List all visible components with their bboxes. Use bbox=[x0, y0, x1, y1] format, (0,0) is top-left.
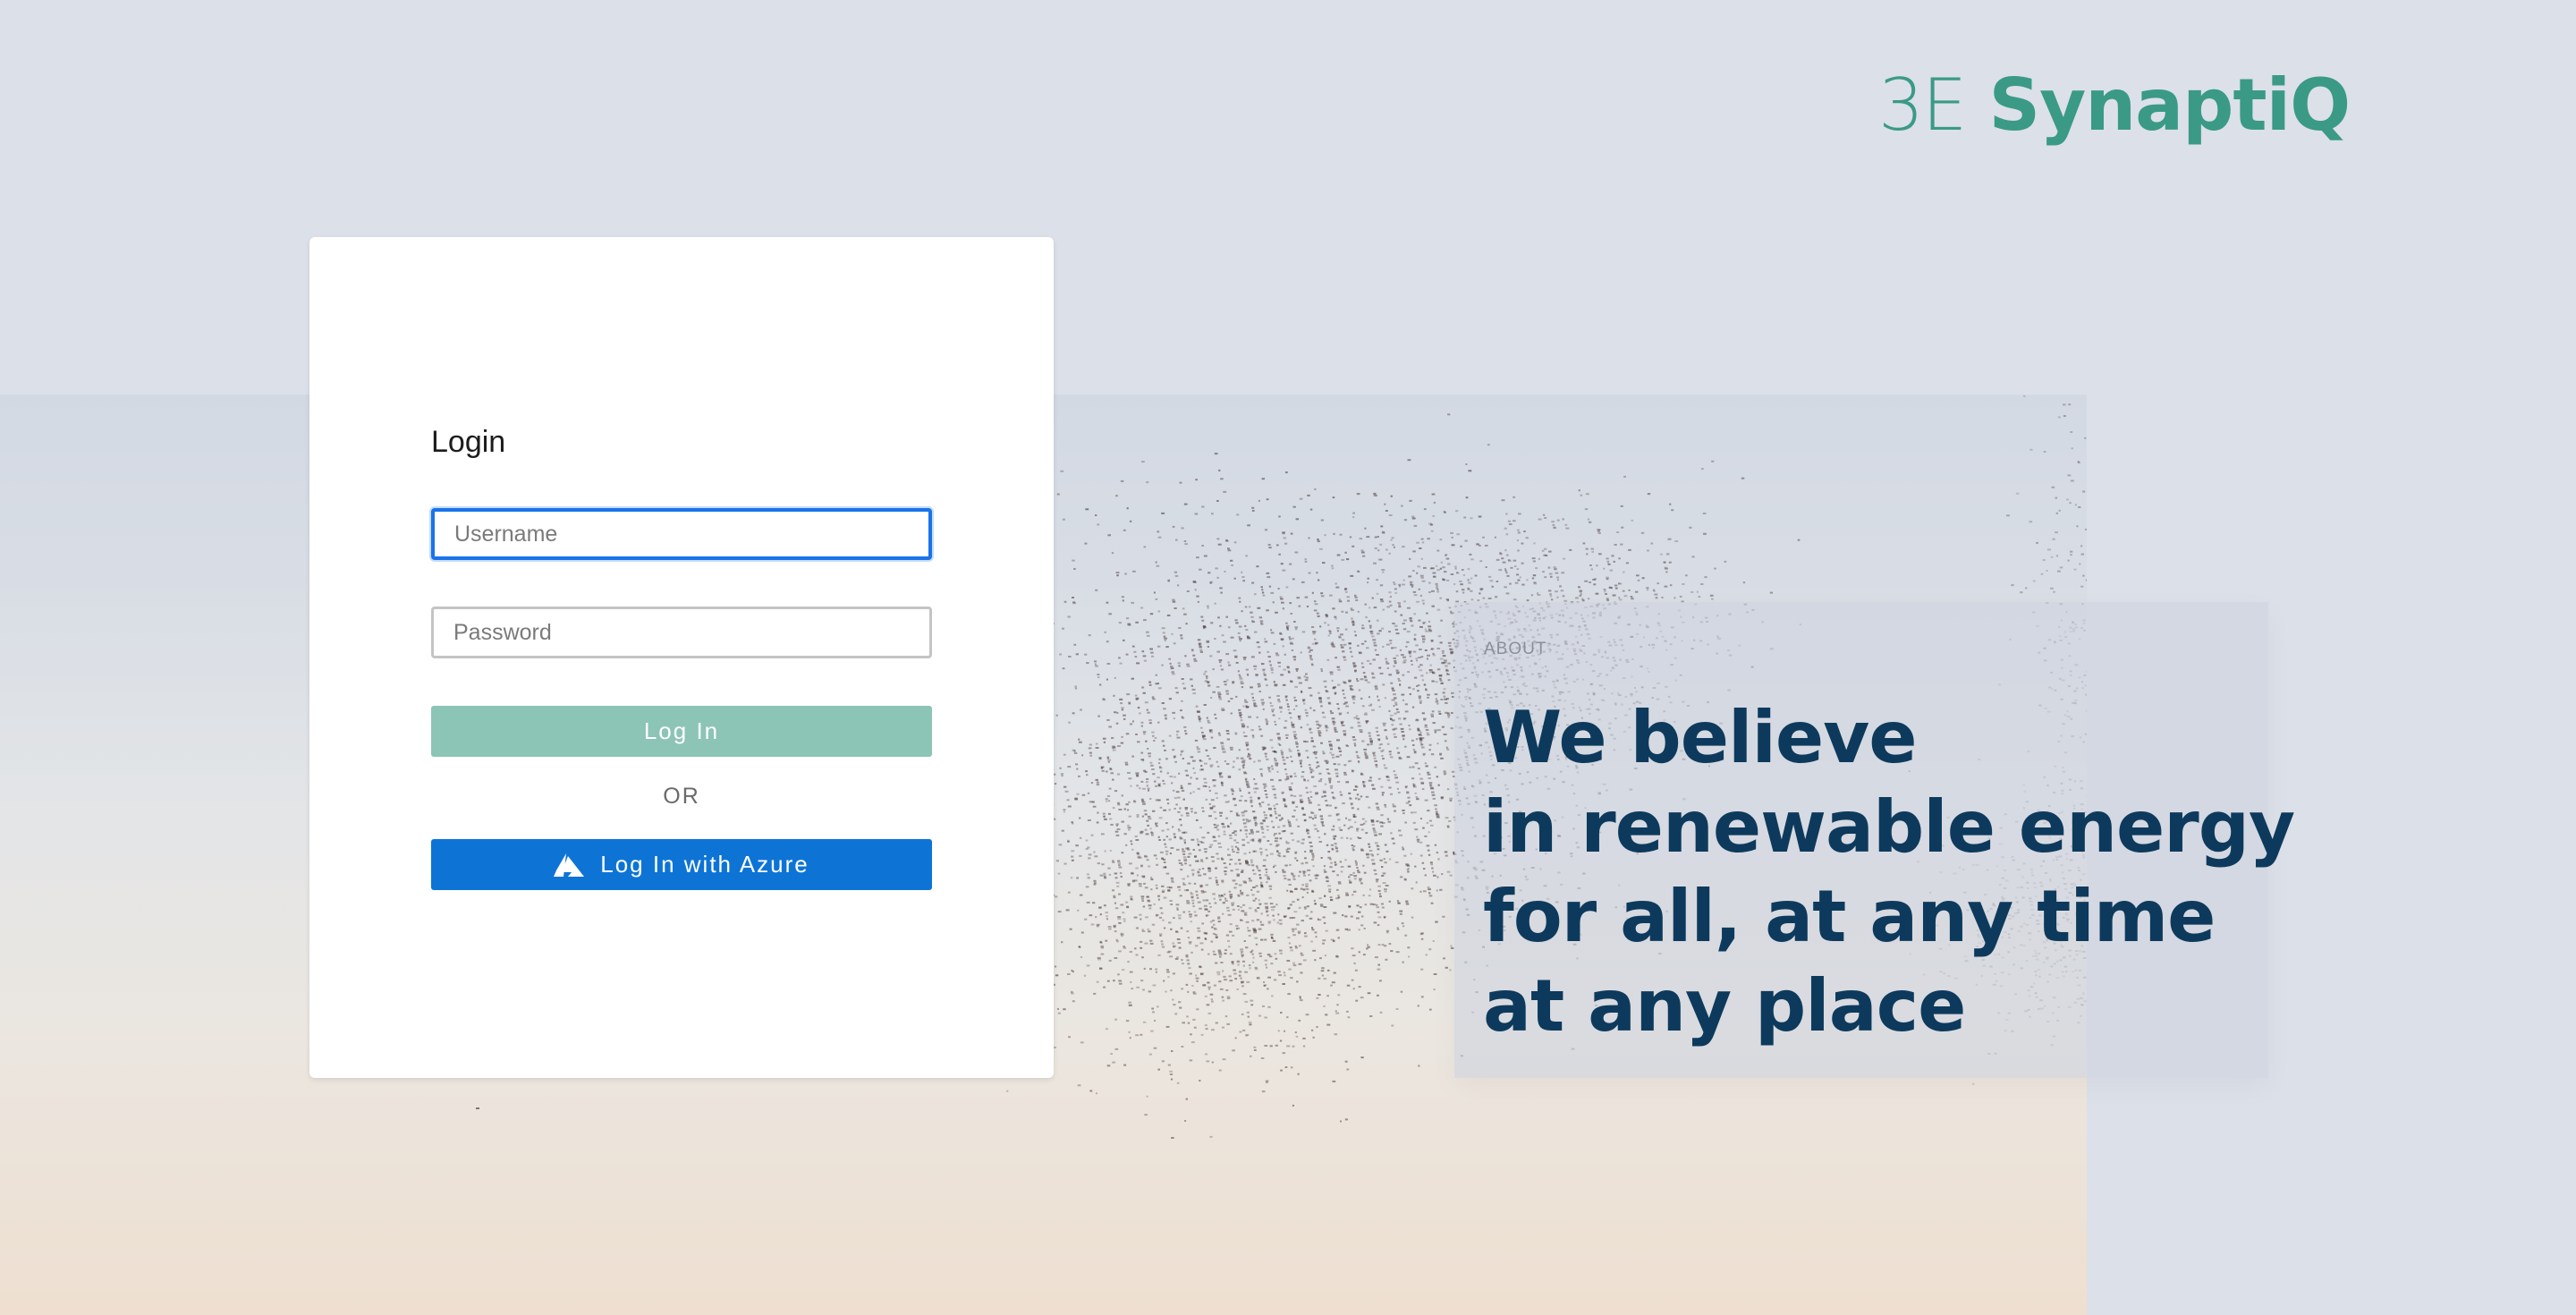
headline-line: We believe bbox=[1483, 696, 1918, 779]
login-button[interactable]: Log In bbox=[431, 706, 932, 757]
brand-logo: 3E SynaptiQ bbox=[1878, 55, 2351, 154]
azure-login-button[interactable]: Log In with Azure bbox=[431, 839, 932, 890]
login-button-label: Log In bbox=[643, 717, 720, 744]
logo-prefix: 3E bbox=[1878, 63, 1967, 147]
headline-line: at any place bbox=[1483, 964, 1966, 1048]
about-headline: We believe in renewable energy for all, … bbox=[1483, 693, 2295, 1051]
password-input[interactable] bbox=[431, 607, 932, 658]
or-divider-label: OR bbox=[663, 784, 700, 809]
username-input[interactable] bbox=[431, 508, 932, 560]
azure-logo-icon bbox=[554, 853, 585, 877]
headline-line: for all, at any time bbox=[1483, 875, 2216, 958]
login-card: Login Log In OR Log In with Azure bbox=[309, 237, 1054, 1078]
logo-name: SynaptiQ bbox=[1988, 63, 2351, 147]
about-label: ABOUT bbox=[1484, 640, 1547, 658]
about-panel: ABOUT We believe in renewable energy for… bbox=[1454, 602, 2295, 1078]
login-page: 3E SynaptiQ Login Log In OR Log In with … bbox=[0, 0, 2576, 1315]
headline-line: in renewable energy bbox=[1483, 785, 2295, 869]
azure-button-label: Log In with Azure bbox=[600, 851, 809, 878]
login-title: Login bbox=[431, 425, 506, 459]
image-speck bbox=[476, 1107, 479, 1109]
